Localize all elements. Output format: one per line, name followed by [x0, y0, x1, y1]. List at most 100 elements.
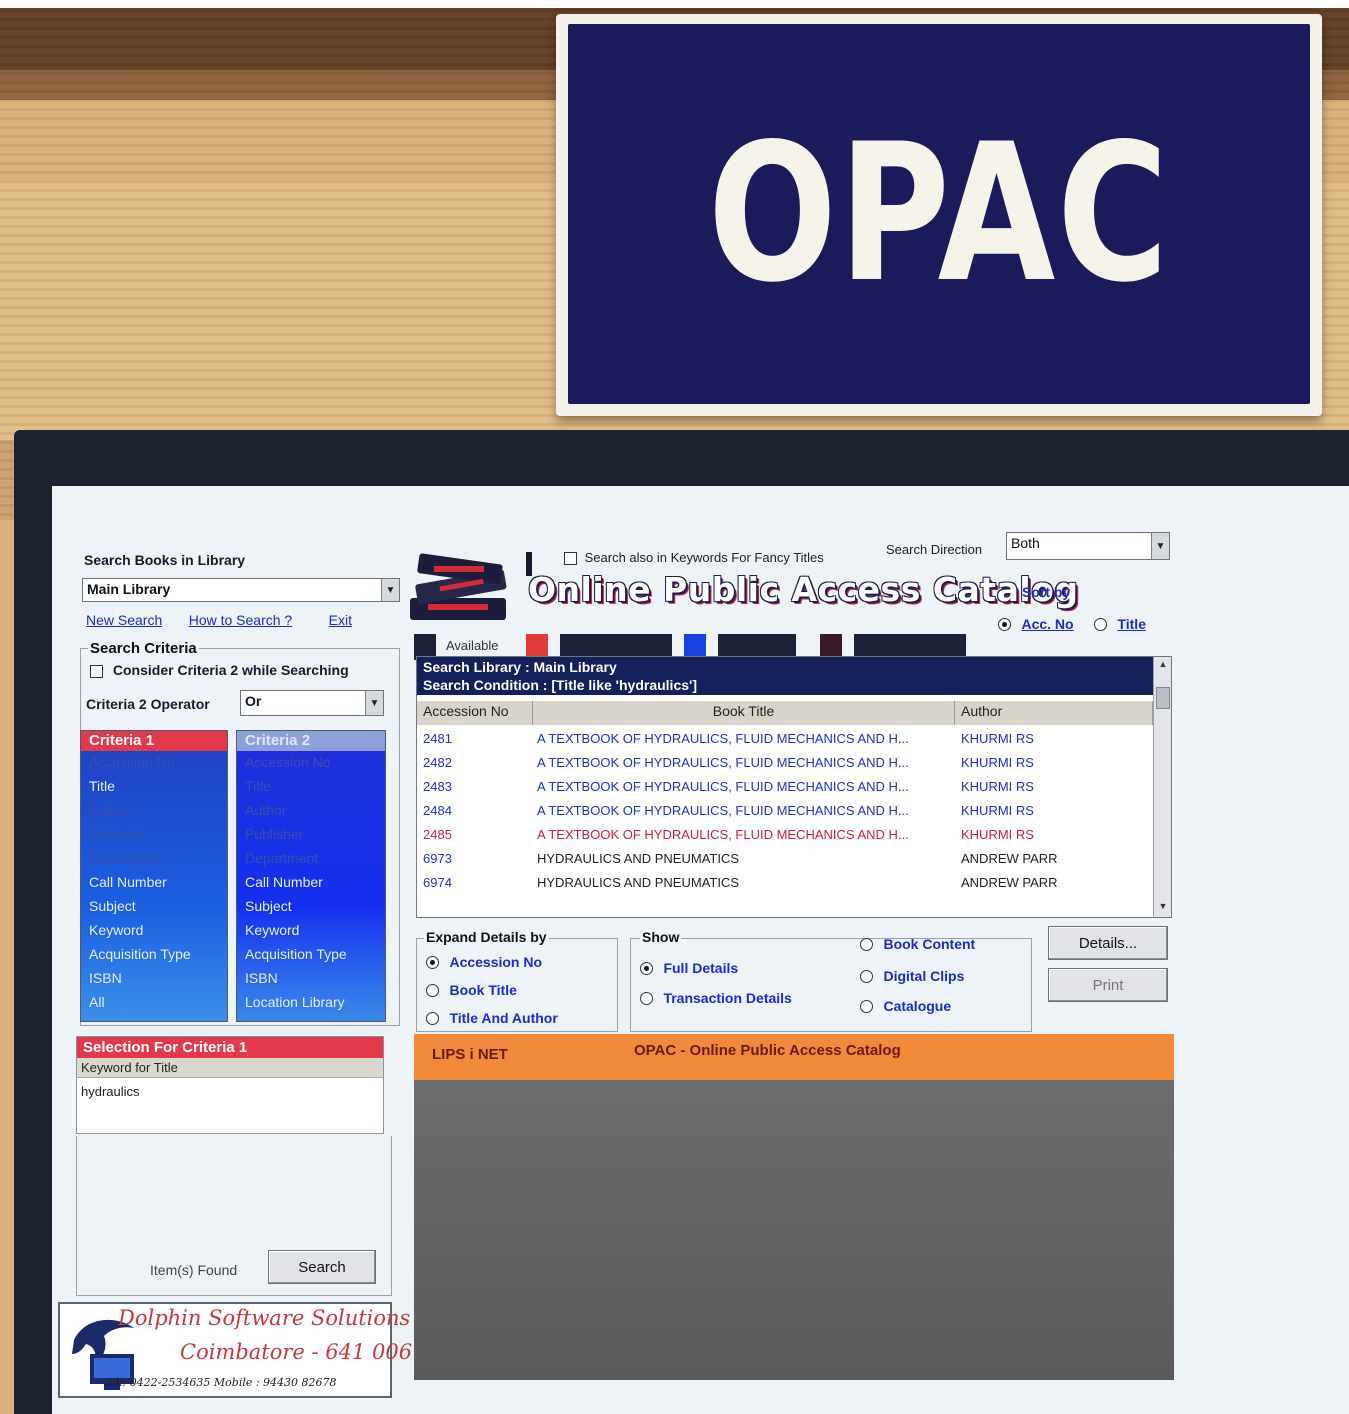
table-row[interactable]: 2483 A TEXTBOOK OF HYDRAULICS, FLUID MEC… — [417, 775, 1153, 799]
table-row[interactable]: 2481 A TEXTBOOK OF HYDRAULICS, FLUID MEC… — [417, 727, 1153, 751]
criteria1-item[interactable]: Subject — [81, 895, 227, 919]
table-row[interactable]: 6973 HYDRAULICS AND PNEUMATICS ANDREW PA… — [417, 847, 1153, 871]
details-button[interactable]: Details... — [1048, 926, 1168, 960]
criteria1-item[interactable]: ISBN — [81, 967, 227, 991]
status-bar-left: LIPS i NET — [432, 1046, 508, 1063]
column-header-author[interactable]: Author — [955, 701, 1153, 725]
criteria1-item[interactable]: Acquisition Type — [81, 943, 227, 967]
sort-title-radio[interactable] — [1094, 618, 1107, 632]
criteria2-item[interactable]: Call Number — [237, 871, 385, 895]
criteria2-item[interactable]: ISBN — [237, 967, 385, 991]
row-accession: 6973 — [423, 851, 452, 866]
criteria2-operator-select[interactable]: Or ▼ — [240, 690, 384, 716]
opac-sign-text: OPAC — [707, 103, 1171, 324]
sort-title-label: Title — [1117, 616, 1146, 632]
show-full-radio[interactable] — [640, 962, 653, 976]
sort-acc-no-option[interactable]: Acc. No — [998, 616, 1074, 634]
also-keywords-checkbox[interactable] — [564, 552, 577, 566]
criteria2-item[interactable]: Accession No — [237, 751, 385, 775]
expand-accession-radio[interactable] — [426, 956, 439, 970]
criteria1-item[interactable]: Author — [81, 799, 227, 823]
show-transaction-radio[interactable] — [640, 992, 653, 1006]
criteria1-item[interactable]: Title — [81, 775, 227, 799]
criteria1-item[interactable]: All — [81, 991, 227, 1015]
print-button[interactable]: Print — [1048, 968, 1168, 1002]
show-option-catalogue[interactable]: Catalogue — [860, 998, 951, 1016]
expand-details-title: Expand Details by — [424, 929, 549, 945]
criteria2-item[interactable]: Author — [237, 799, 385, 823]
criteria1-item[interactable]: Publisher — [81, 823, 227, 847]
search-direction-select[interactable]: Both ▼ — [1006, 532, 1170, 560]
expand-title-author-radio[interactable] — [426, 1012, 439, 1026]
scroll-up-icon[interactable]: ▲ — [1156, 659, 1170, 675]
criteria2-header: Criteria 2 — [237, 731, 385, 751]
criteria2-item[interactable]: Subject — [237, 895, 385, 919]
status-bar-center: OPAC - Online Public Access Catalog — [634, 1042, 901, 1059]
selection-subheader: Keyword for Title — [77, 1058, 383, 1078]
column-header-accession[interactable]: Accession No — [417, 701, 533, 725]
show-title: Show — [640, 929, 682, 945]
criteria2-operator-value: Or — [245, 693, 262, 709]
results-scrollbar[interactable]: ▲ ▼ — [1153, 657, 1171, 917]
search-button[interactable]: Search — [268, 1250, 376, 1284]
row-author: ANDREW PARR — [961, 875, 1058, 890]
opac-sign: OPAC — [556, 14, 1322, 416]
criteria1-list[interactable]: Criteria 1 Accession No Title Author Pub… — [80, 730, 228, 1022]
selection-header: Selection For Criteria 1 — [77, 1037, 383, 1058]
also-keywords-row[interactable]: Search also in Keywords For Fancy Titles — [564, 550, 824, 566]
scroll-thumb[interactable] — [1156, 687, 1170, 709]
chevron-down-icon[interactable]: ▼ — [1151, 533, 1169, 559]
criteria1-item[interactable]: Department — [81, 847, 227, 871]
consider-criteria2-row[interactable]: Consider Criteria 2 while Searching — [90, 662, 349, 678]
new-search-link[interactable]: New Search — [86, 612, 162, 628]
expand-option-accession[interactable]: Accession No — [426, 954, 542, 972]
row-accession: 2485 — [423, 827, 452, 842]
opac-sign-plate: OPAC — [568, 24, 1310, 404]
show-option-full[interactable]: Full Details — [640, 960, 738, 978]
criteria2-item[interactable]: Acquisition Type — [237, 943, 385, 967]
scroll-down-icon[interactable]: ▼ — [1156, 901, 1170, 917]
row-title: A TEXTBOOK OF HYDRAULICS, FLUID MECHANIC… — [537, 827, 909, 842]
expand-option-title-author[interactable]: Title And Author — [426, 1010, 558, 1028]
criteria1-item[interactable]: Call Number — [81, 871, 227, 895]
criteria2-item[interactable]: Publisher — [237, 823, 385, 847]
sort-acc-no-label: Acc. No — [1021, 616, 1074, 632]
row-title: HYDRAULICS AND PNEUMATICS — [537, 875, 740, 890]
sort-by-label: Sort by — [1022, 584, 1071, 600]
row-accession: 2483 — [423, 779, 452, 794]
criteria2-item[interactable]: Location Library — [237, 991, 385, 1015]
show-option-transaction[interactable]: Transaction Details — [640, 990, 792, 1008]
criteria1-item[interactable]: Keyword — [81, 919, 227, 943]
library-select[interactable]: Main Library ▼ — [82, 578, 400, 602]
exit-link[interactable]: Exit — [329, 612, 352, 628]
selection-value-input[interactable]: hydraulics — [77, 1078, 383, 1105]
results-grid[interactable]: Search Library : Main Library Search Con… — [416, 656, 1172, 918]
chevron-down-icon[interactable]: ▼ — [365, 691, 383, 715]
table-row[interactable]: 2484 A TEXTBOOK OF HYDRAULICS, FLUID MEC… — [417, 799, 1153, 823]
show-digital-clips-label: Digital Clips — [883, 968, 965, 984]
chevron-down-icon[interactable]: ▼ — [381, 579, 399, 601]
row-title: A TEXTBOOK OF HYDRAULICS, FLUID MECHANIC… — [537, 731, 909, 746]
show-digital-clips-radio[interactable] — [860, 970, 873, 984]
table-row[interactable]: 2482 A TEXTBOOK OF HYDRAULICS, FLUID MEC… — [417, 751, 1153, 775]
criteria2-list[interactable]: Criteria 2 Accession No Title Author Pub… — [236, 730, 386, 1022]
table-row[interactable]: 2485 A TEXTBOOK OF HYDRAULICS, FLUID MEC… — [417, 823, 1153, 847]
sort-acc-no-radio[interactable] — [998, 618, 1011, 632]
criteria2-item[interactable]: Department — [237, 847, 385, 871]
criteria2-item[interactable]: Title — [237, 775, 385, 799]
show-option-book-content[interactable]: Book Content — [860, 936, 975, 954]
criteria2-item[interactable]: Keyword — [237, 919, 385, 943]
show-book-content-radio[interactable] — [860, 938, 873, 952]
show-option-digital-clips[interactable]: Digital Clips — [860, 968, 964, 986]
column-header-title[interactable]: Book Title — [533, 701, 955, 725]
consider-criteria2-label: Consider Criteria 2 while Searching — [112, 662, 349, 678]
results-search-condition: Search Condition : [Title like 'hydrauli… — [417, 677, 1171, 695]
consider-criteria2-checkbox[interactable] — [90, 664, 103, 678]
table-row[interactable]: 6974 HYDRAULICS AND PNEUMATICS ANDREW PA… — [417, 871, 1153, 895]
show-catalogue-radio[interactable] — [860, 1000, 873, 1014]
expand-option-title[interactable]: Book Title — [426, 982, 517, 1000]
how-to-search-link[interactable]: How to Search ? — [189, 612, 293, 628]
expand-title-radio[interactable] — [426, 984, 439, 998]
criteria1-item[interactable]: Accession No — [81, 751, 227, 775]
sort-title-option[interactable]: Title — [1094, 616, 1146, 634]
